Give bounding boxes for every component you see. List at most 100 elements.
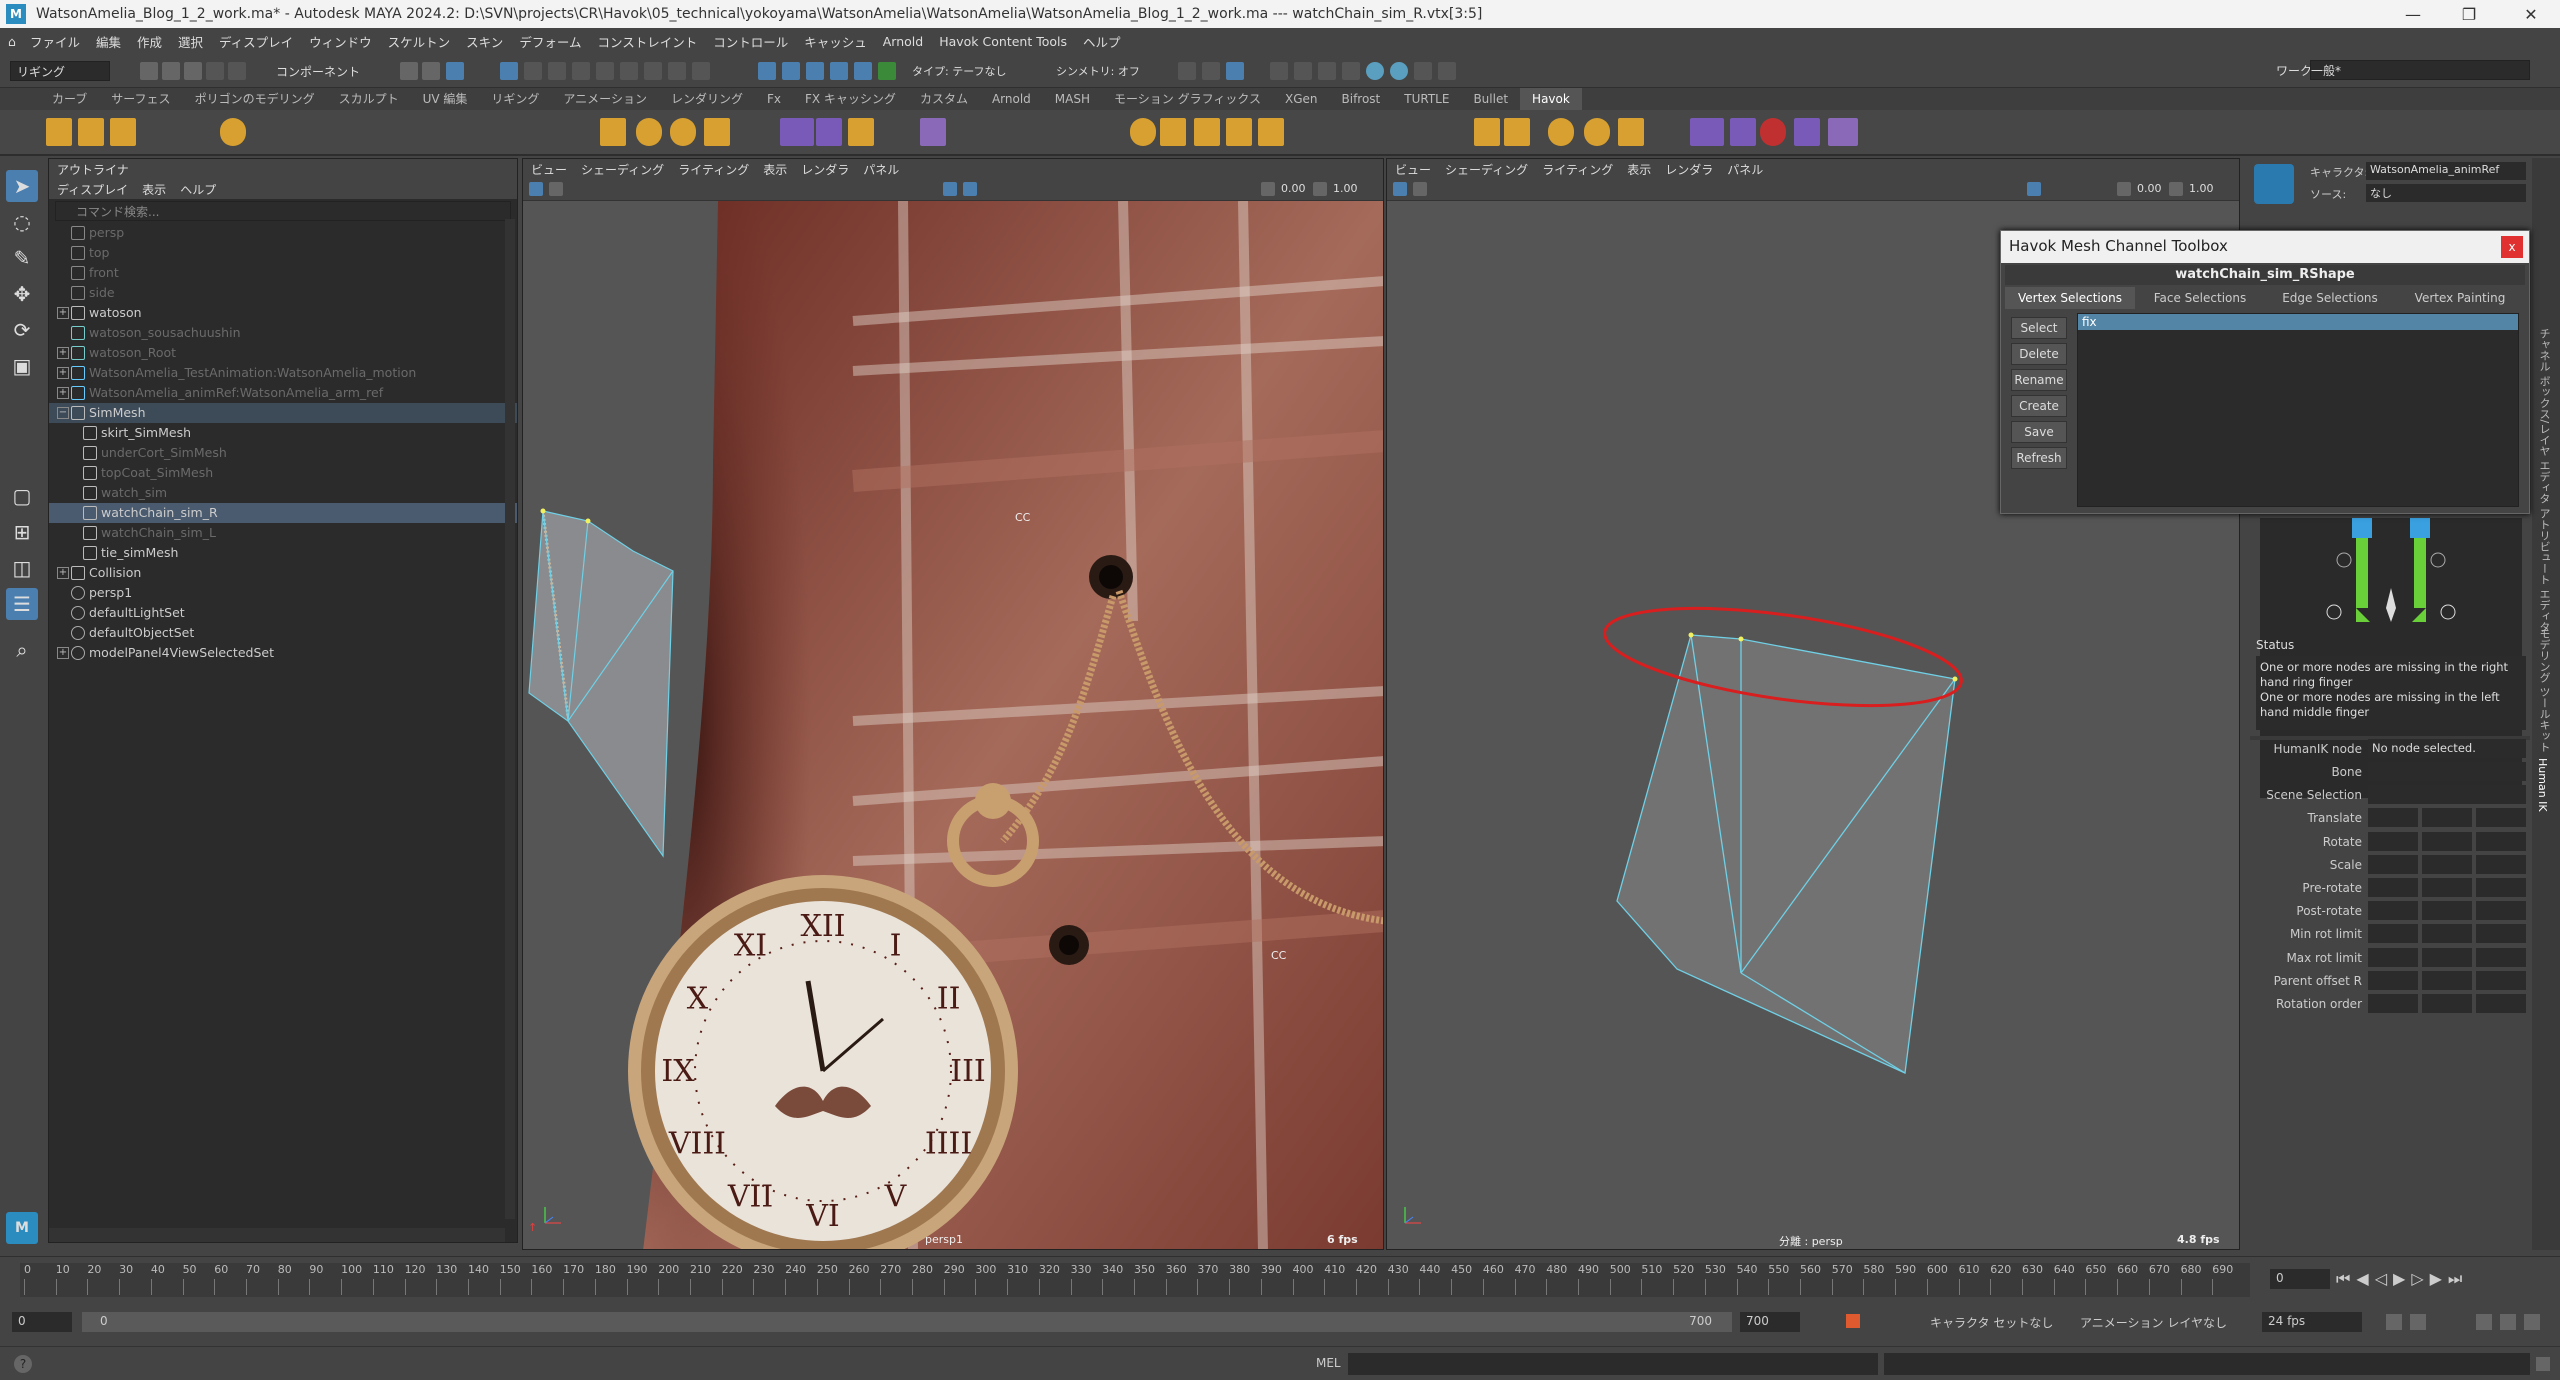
outliner-row[interactable]: + WatsonAmelia_TestAnimation:WatsonAmelia… xyxy=(49,363,517,383)
component-mode-label[interactable]: コンポーネント xyxy=(276,63,360,80)
four-view-icon[interactable]: ⊞ xyxy=(6,516,38,548)
vp-left-menu-renderer[interactable]: レンダラ xyxy=(801,161,849,178)
vp-right-menu-show[interactable]: 表示 xyxy=(1627,161,1651,178)
humanik-field-value[interactable] xyxy=(2476,831,2526,851)
humanik-field-value[interactable] xyxy=(2368,994,2418,1013)
vp-left-exposure-icon[interactable] xyxy=(1261,182,1275,196)
menu-havok[interactable]: Havok Content Tools xyxy=(931,34,1075,49)
vp-right-gamma-value[interactable]: 1.00 xyxy=(2189,182,2214,195)
havok-filter-icon[interactable] xyxy=(110,118,136,146)
outliner-menu-display[interactable]: ディスプレイ xyxy=(57,181,128,197)
shelf-tab-sculpting[interactable]: スカルプト xyxy=(327,88,411,110)
humanik-field-value[interactable] xyxy=(2422,994,2472,1013)
range-end-field[interactable]: 700 xyxy=(1740,1312,1800,1332)
undo-icon[interactable] xyxy=(206,62,224,80)
outliner-menu-help[interactable]: ヘルプ xyxy=(180,181,216,197)
havok-mesh-channel-icon[interactable] xyxy=(920,118,946,146)
havok-cloth-c-icon[interactable] xyxy=(848,118,874,146)
shelf-tab-motion-graphics[interactable]: モーション グラフィックス xyxy=(1102,88,1273,110)
vp-right-menu-renderer[interactable]: レンダラ xyxy=(1665,161,1713,178)
havok-tool-b-icon[interactable] xyxy=(704,118,730,146)
expand-toggle-icon[interactable]: + xyxy=(57,567,69,579)
tab-channel-box[interactable]: チャネル ボックス/レイヤ エディタ xyxy=(2536,328,2552,504)
havok-export-icon[interactable] xyxy=(46,118,72,146)
havok-cloth-e-icon[interactable] xyxy=(1730,118,1756,146)
humanik-field-value[interactable] xyxy=(2368,901,2418,921)
humanik-field-value[interactable] xyxy=(2422,970,2472,990)
render-icon[interactable] xyxy=(1202,62,1220,80)
rotate-tool-icon[interactable]: ⟳ xyxy=(6,314,38,346)
snap-point-icon[interactable] xyxy=(548,62,566,80)
havok-close-button[interactable]: x xyxy=(2501,236,2523,258)
vp-left-menu-view[interactable]: ビュー xyxy=(531,161,567,178)
outliner-row[interactable]: + watoson xyxy=(49,303,517,323)
menu-window[interactable]: ウィンドウ xyxy=(301,32,380,51)
humanik-field-value[interactable] xyxy=(2476,901,2526,921)
close-icon[interactable]: ✕ xyxy=(2508,0,2554,28)
havok-star-icon[interactable] xyxy=(636,118,662,146)
havok-person-c-icon[interactable] xyxy=(1258,118,1284,146)
havok-cloth-d-icon[interactable] xyxy=(1690,118,1724,146)
tab-face-selections[interactable]: Face Selections xyxy=(2135,287,2265,309)
character-dropdown[interactable]: WatsonAmelia_animRef xyxy=(2366,162,2526,180)
outliner-row[interactable]: front xyxy=(49,263,517,283)
expand-toggle-icon[interactable]: + xyxy=(57,367,69,379)
ipr-render-icon[interactable] xyxy=(1226,62,1244,80)
outliner-row[interactable]: + WatsonAmelia_animRef:WatsonAmelia_arm_r… xyxy=(49,383,517,403)
expand-toggle-icon[interactable]: + xyxy=(57,347,69,359)
humanik-field-value[interactable] xyxy=(2476,854,2526,874)
vp-left-camera-icon[interactable] xyxy=(529,182,543,196)
command-input[interactable] xyxy=(1348,1353,1878,1375)
rename-button[interactable]: Rename xyxy=(2011,369,2067,391)
havok-target-b-icon[interactable] xyxy=(1584,118,1610,146)
havok-bar-icon[interactable] xyxy=(1504,118,1530,146)
humanik-field-value[interactable] xyxy=(2422,924,2472,944)
menu-select[interactable]: 選択 xyxy=(170,32,211,51)
humanik-field-value[interactable] xyxy=(2476,970,2526,990)
arnold-render-icon[interactable] xyxy=(1366,62,1384,80)
humanik-node-value[interactable]: No node selected. xyxy=(2368,739,2526,758)
humanik-field-value[interactable] xyxy=(2476,808,2526,828)
humanik-field-value[interactable] xyxy=(2476,924,2526,944)
arnold-ipr-icon[interactable] xyxy=(1390,62,1408,80)
menu-help[interactable]: ヘルプ xyxy=(1075,32,1129,51)
havok-rb-icon[interactable] xyxy=(1160,118,1186,146)
vp-left-menu-shading[interactable]: シェーディング xyxy=(581,161,664,178)
outliner-row[interactable]: defaultObjectSet xyxy=(49,623,517,643)
shelf-tab-bullet[interactable]: Bullet xyxy=(1461,88,1520,110)
redo-icon[interactable] xyxy=(228,62,246,80)
outliner-row[interactable]: − SimMesh xyxy=(49,403,517,423)
shelf-tab-custom[interactable]: カスタム xyxy=(908,88,980,110)
menu-skeleton[interactable]: スケルトン xyxy=(380,32,459,51)
single-view-icon[interactable]: ▢ xyxy=(6,480,38,512)
humanik-field-value[interactable] xyxy=(2476,994,2526,1013)
paint-select-icon[interactable] xyxy=(782,62,800,80)
refresh-button[interactable]: Refresh xyxy=(2011,447,2067,469)
havok-mesh-channel-b-icon[interactable] xyxy=(1828,118,1858,146)
shelf-tab-rigging[interactable]: リギング xyxy=(479,88,551,110)
expand-toggle-icon[interactable]: + xyxy=(57,647,69,659)
outliner-row[interactable]: defaultLightSet xyxy=(49,603,517,623)
vp-left-wireframe-icon[interactable] xyxy=(943,182,957,196)
humanik-field-value[interactable] xyxy=(2368,831,2418,851)
menu-cache[interactable]: キャッシュ xyxy=(796,32,875,51)
save-button[interactable]: Save xyxy=(2011,421,2067,443)
vp-right-menu-panels[interactable]: パネル xyxy=(1727,161,1763,178)
anim-layer-dropdown[interactable]: アニメーション レイヤなし xyxy=(2080,1314,2227,1331)
viewport-left[interactable]: ビュー シェーディング ライティング 表示 レンダラ パネル 0.00 1.00 xyxy=(522,158,1384,1250)
lasso-tool-icon[interactable]: ◌ xyxy=(6,206,38,238)
range-bar[interactable]: 0 700 xyxy=(82,1312,1732,1332)
maya-home-icon[interactable]: M xyxy=(6,1212,38,1244)
menu-display[interactable]: ディスプレイ xyxy=(211,32,301,51)
paint-tool-icon[interactable]: ✎ xyxy=(6,242,38,274)
pause-icon[interactable] xyxy=(1438,62,1456,80)
vp-left-gamma-value[interactable]: 1.00 xyxy=(1333,182,1358,195)
select-face-icon[interactable] xyxy=(830,62,848,80)
render-view-icon[interactable] xyxy=(1178,62,1196,80)
havok-tool-a-icon[interactable] xyxy=(600,118,626,146)
new-scene-icon[interactable] xyxy=(140,62,158,80)
havok-cloth-f-icon[interactable] xyxy=(1794,118,1820,146)
shelf-tab-poly-modeling[interactable]: ポリゴンのモデリング xyxy=(183,88,327,110)
havok-refresh-icon[interactable] xyxy=(220,118,246,146)
outliner-scrollbar[interactable] xyxy=(505,219,515,1219)
